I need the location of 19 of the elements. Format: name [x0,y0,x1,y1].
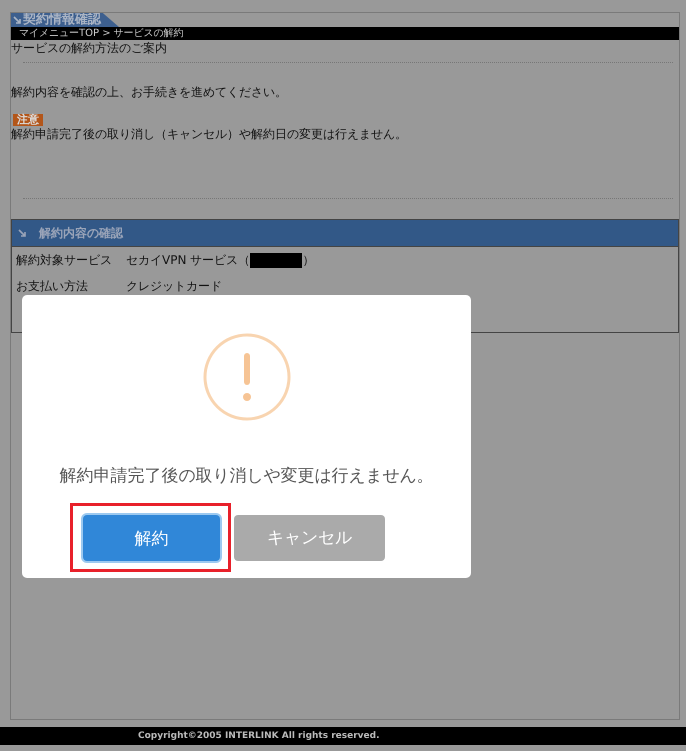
breadcrumb: マイメニューTOP > サービスの解約 [11,27,679,40]
cancel-button[interactable]: キャンセル [234,514,385,560]
notice-badge: 注意 [13,114,43,126]
notice-text: 解約申請完了後の取り消し（キャンセル）や解約日の変更は行えません。 [11,126,408,142]
field-value: クレジットカード [126,278,222,295]
field-value: セカイVPN サービス（ [126,252,250,269]
arrow-icon [13,16,22,24]
instruction-text: 解約内容を確認の上、お手続きを進めてください。 [11,84,288,100]
dialog-message: 解約申請完了後の取り消しや変更は行えません。 [60,465,434,487]
field-label: 解約対象サービス [16,252,113,269]
panel-title: 解約内容の確認 [39,224,123,242]
section-heading: サービスの解約方法のご案内 [11,40,168,56]
arrow-icon [18,228,27,238]
warning-icon [202,333,290,421]
field-value: ） [302,252,314,269]
field-label: お支払い方法 [16,278,89,295]
page-title: 契約情報確認 [23,13,101,27]
copyright-text: Copyright©2005 INTERLINK All rights reserved. [138,731,380,741]
confirm-button[interactable]: 解約 [83,515,220,561]
